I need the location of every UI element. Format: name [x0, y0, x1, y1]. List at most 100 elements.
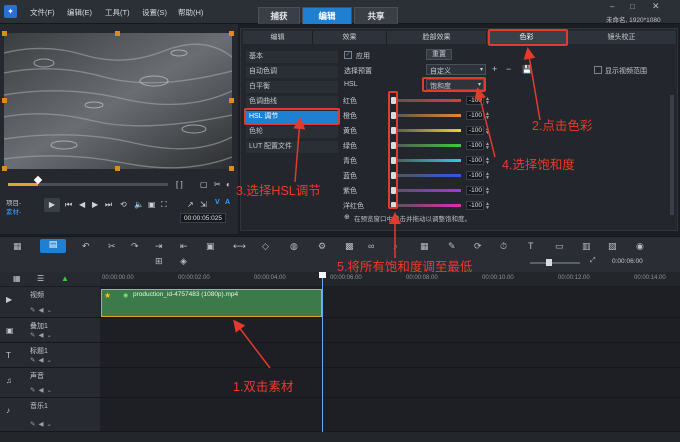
mask-icon[interactable]: ⚙ [318, 241, 326, 252]
transition-icon[interactable]: ∞ [368, 241, 374, 251]
play-button[interactable]: ▶ [44, 198, 60, 212]
hsl-value-field[interactable]: -100 [466, 111, 484, 120]
spinner-icon[interactable]: ▲ ▼ [485, 187, 490, 196]
remove-preset-icon[interactable]: − [506, 64, 511, 74]
track-header[interactable]: ♫ 声音 ✎◀⌄ [0, 368, 100, 398]
color-grade-icon[interactable]: ◍ [290, 241, 298, 252]
track-lane[interactable] [100, 318, 680, 343]
crop-handle[interactable] [2, 166, 7, 171]
reset-button[interactable]: 重置 [426, 49, 452, 60]
speaker-icon[interactable]: 🔈 [134, 200, 144, 209]
playhead-line[interactable] [322, 272, 323, 432]
track-list-icon[interactable]: ☰ [37, 274, 44, 283]
menu-edit[interactable]: 编辑(E) [67, 7, 92, 18]
add-track-icon[interactable]: ⊞ [155, 256, 163, 267]
hsl-value-field[interactable]: -100 [466, 141, 484, 150]
spinner-icon[interactable]: ▲ ▼ [485, 127, 490, 136]
timecode-display[interactable]: 00:00:05:025 [180, 213, 226, 223]
zoom-fit-icon[interactable]: ⤢ [590, 257, 596, 265]
tab-face-effects[interactable]: 脸部效果 [387, 31, 487, 44]
split-icon[interactable]: ✂ [214, 180, 221, 189]
go-start-icon[interactable]: ⏮ [65, 200, 72, 210]
title-icon[interactable]: ▩ [345, 241, 354, 252]
subtitle-icon[interactable]: ▭ [555, 241, 564, 252]
sticker-icon[interactable]: ◉ [636, 241, 644, 252]
fit-icon[interactable]: ⇤ [180, 241, 188, 252]
maximize-button[interactable]: □ [630, 2, 635, 11]
crop-handle[interactable] [115, 166, 120, 171]
zoom-knob[interactable] [546, 259, 552, 266]
spinner-icon[interactable]: ▲ ▼ [485, 97, 490, 106]
track-lane[interactable] [100, 398, 680, 432]
apply-checkbox[interactable]: ✓ [344, 51, 352, 59]
category-white-balance[interactable]: 白平衡 [246, 81, 338, 93]
audio-mix-icon[interactable]: ♪ [393, 241, 398, 251]
text-icon[interactable]: T [528, 241, 534, 251]
preset-dropdown[interactable]: 自定义 ▾ [426, 64, 486, 75]
crop-handle[interactable] [115, 31, 120, 36]
show-range-checkbox[interactable] [594, 66, 602, 74]
ripple-icon[interactable]: ▲ [61, 274, 69, 283]
crop-handle[interactable] [229, 98, 234, 103]
split-screen-icon[interactable]: ▥ [582, 241, 591, 252]
cut-icon[interactable]: ✂ [108, 241, 116, 252]
menu-tools[interactable]: 工具(T) [105, 7, 130, 18]
track-controls-icon[interactable]: ✎◀⌄ [30, 420, 55, 428]
zoom-arrows-icon[interactable]: ↗ [187, 200, 194, 209]
menu-file[interactable]: 文件(F) [30, 7, 55, 18]
track-controls-icon[interactable]: ✎◀⌄ [30, 386, 55, 394]
close-button[interactable]: ✕ [652, 1, 660, 12]
effects-icon[interactable]: ✎ [448, 241, 456, 252]
hsl-slider-track[interactable] [393, 159, 461, 162]
panel-scrollbar[interactable] [670, 95, 674, 215]
playhead-marker-icon[interactable] [319, 272, 326, 278]
track-lane[interactable] [100, 368, 680, 398]
multicam-icon[interactable]: ▦ [420, 241, 429, 252]
category-auto-tone[interactable]: 自动色调 [246, 66, 338, 78]
video-clip[interactable]: ★ ◉ production_id-4757483 (1080p).mp4 [101, 289, 322, 317]
timeline-view-icon[interactable]: ▤ [40, 239, 66, 253]
tab-capture[interactable]: 捕获 [258, 7, 300, 24]
tab-edit[interactable]: 编辑 [302, 7, 352, 24]
undo-icon[interactable]: ↶ [82, 241, 90, 252]
menu-help[interactable]: 帮助(H) [178, 7, 203, 18]
tracking-icon[interactable]: ◇ [262, 241, 269, 252]
image-icon[interactable]: ▧ [608, 241, 617, 252]
next-frame-icon[interactable]: ▶ [92, 200, 98, 209]
track-lane[interactable] [100, 343, 680, 368]
hsl-value-field[interactable]: -100 [466, 96, 484, 105]
crop-handle[interactable] [2, 98, 7, 103]
volume-icon[interactable]: ◐ [226, 180, 231, 189]
storyboard-view-icon[interactable]: ▦ [13, 241, 22, 252]
spinner-icon[interactable]: ▲ ▼ [485, 172, 490, 181]
timeline-scrollbar[interactable] [0, 432, 680, 442]
crop-handle[interactable] [229, 31, 234, 36]
hsl-value-field[interactable]: -100 [466, 171, 484, 180]
tab-effects[interactable]: 效果 [313, 31, 387, 44]
minimize-button[interactable]: – [610, 2, 614, 11]
category-lut[interactable]: LUT 配置文件 [246, 141, 338, 153]
go-end-icon[interactable]: ⏭ [105, 200, 112, 210]
zoom-slider[interactable] [530, 262, 580, 264]
spinner-icon[interactable]: ▲ ▼ [485, 142, 490, 151]
tab-lens-correction[interactable]: 镜头校正 [567, 31, 677, 44]
mark-in-icon[interactable]: [ ] [176, 180, 183, 189]
category-color-wheel[interactable]: 色轮 [246, 126, 338, 138]
spinner-icon[interactable]: ▲ ▼ [485, 112, 490, 121]
fullscreen-icon[interactable]: ⛶ [161, 200, 167, 210]
repeat-icon[interactable]: ⟲ [120, 200, 127, 209]
track-header[interactable]: ▶ 视频 ✎◀⌄ [0, 287, 100, 318]
redo-icon[interactable]: ↷ [131, 241, 139, 252]
trim-icon[interactable]: ⇥ [155, 241, 163, 252]
track-header[interactable]: ♪ 音乐1 ✎◀⌄ [0, 398, 100, 432]
hsl-value-field[interactable]: -100 [466, 156, 484, 165]
crop-handle[interactable] [2, 31, 7, 36]
tab-edit-options[interactable]: 编辑 [243, 31, 313, 44]
hsl-slider-track[interactable] [393, 189, 461, 192]
preview-window[interactable] [2, 31, 234, 171]
hsl-value-field[interactable]: -100 [466, 186, 484, 195]
category-basic[interactable]: 基本 [246, 51, 338, 63]
hsl-slider-track[interactable] [393, 204, 461, 207]
track-manager-icon[interactable]: ▦ [13, 274, 21, 283]
category-tone-curve[interactable]: 色调曲线 [246, 96, 338, 108]
